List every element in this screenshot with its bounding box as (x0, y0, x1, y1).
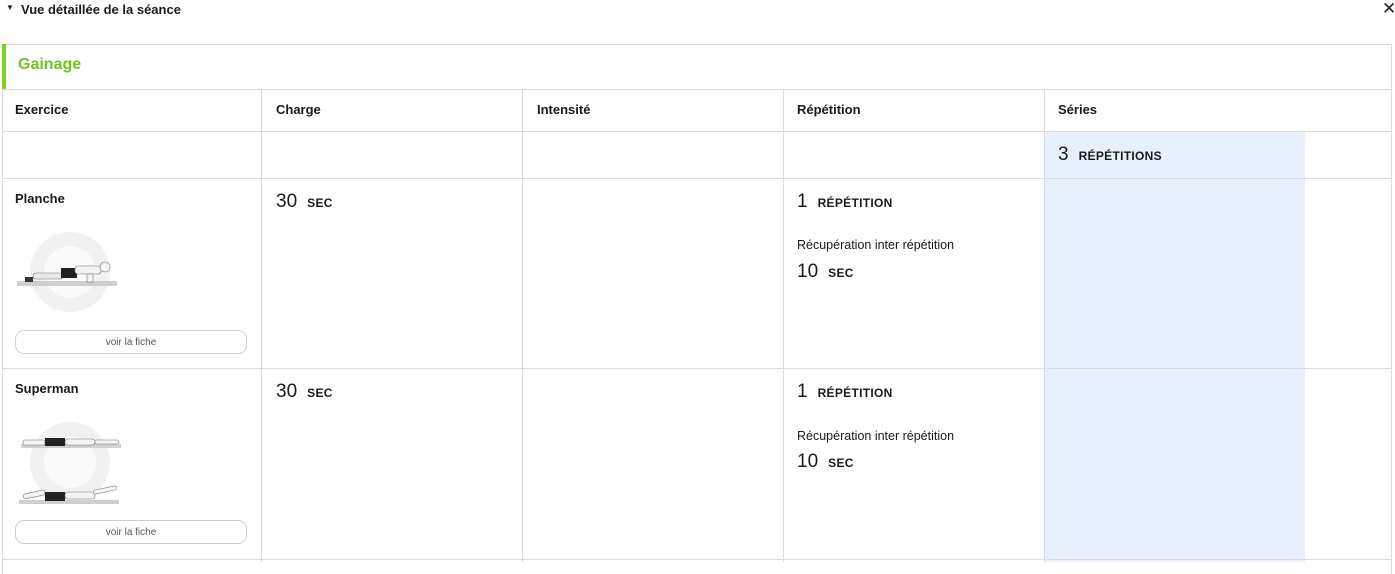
recovery-number: 10 (797, 261, 819, 282)
repetition-value: 1 RÉPÉTITION (797, 191, 893, 213)
charge-value: 30 SEC (276, 191, 333, 213)
grid-line (522, 90, 523, 562)
recovery-unit: SEC (828, 266, 854, 280)
exercise-name: Planche (15, 191, 65, 206)
series-count: 3 (1058, 144, 1069, 165)
column-header-exercise: Exercice (15, 102, 69, 117)
repetition-number: 1 (797, 381, 808, 402)
grid-line (2, 178, 1392, 179)
superman-illustration (19, 422, 121, 504)
exercise-name: Superman (15, 381, 79, 396)
recovery-label: Récupération inter répétition (797, 429, 955, 443)
grid-line (2, 89, 1392, 90)
grid-line (2, 368, 1392, 369)
charge-unit: SEC (307, 386, 333, 400)
caret-down-icon[interactable]: ▼ (6, 3, 14, 12)
recovery-value: 10 SEC (797, 261, 854, 283)
modal-header: ▼ Vue détaillée de la séance ✕ (0, 0, 1395, 22)
grid-line (1044, 90, 1045, 562)
recovery-label: Récupération inter répétition (797, 238, 955, 252)
charge-number: 30 (276, 191, 298, 212)
recovery-number: 10 (797, 451, 819, 472)
recovery-unit: SEC (828, 456, 854, 470)
grid-line (2, 131, 1392, 132)
close-icon[interactable]: ✕ (1382, 0, 1395, 19)
repetition-unit: RÉPÉTITION (817, 196, 893, 210)
grid-line (261, 90, 262, 562)
modal-title: Vue détaillée de la séance (21, 2, 181, 17)
section-title: Gainage (18, 56, 82, 73)
plank-illustration (17, 232, 117, 312)
series-unit: RÉPÉTITIONS (1078, 149, 1162, 163)
column-header-intensity: Intensité (537, 102, 591, 117)
repetition-value: 1 RÉPÉTITION (797, 381, 893, 403)
recovery-value: 10 SEC (797, 451, 854, 473)
view-sheet-button[interactable]: voir la fiche (15, 520, 247, 544)
column-header-charge: Charge (276, 102, 321, 117)
charge-number: 30 (276, 381, 298, 402)
series-summary: 3 RÉPÉTITIONS (1058, 144, 1162, 166)
grid-line (2, 559, 1392, 560)
section-header: Gainage (2, 44, 1392, 90)
repetition-unit: RÉPÉTITION (817, 386, 893, 400)
view-sheet-button[interactable]: voir la fiche (15, 330, 247, 354)
repetition-number: 1 (797, 191, 808, 212)
grid-line (783, 90, 784, 562)
column-header-series: Séries (1058, 102, 1098, 117)
charge-unit: SEC (307, 196, 333, 210)
charge-value: 30 SEC (276, 381, 333, 403)
series-column-highlight (1045, 132, 1305, 562)
column-header-repetition: Répétition (797, 102, 861, 117)
